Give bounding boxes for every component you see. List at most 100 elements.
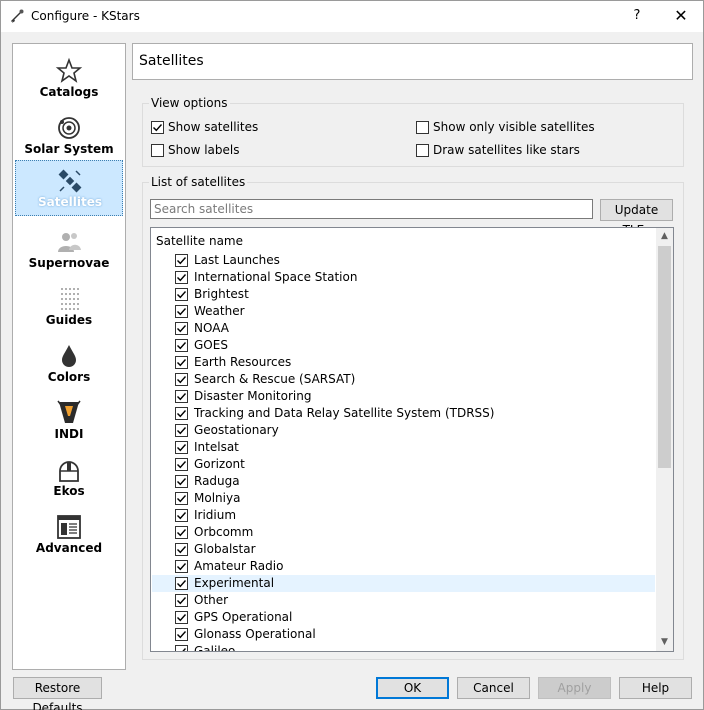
satellite-row[interactable]: Other — [152, 592, 655, 609]
sidebar-item-solar-system[interactable]: Solar System — [15, 108, 123, 163]
sidebar-item-label: Colors — [47, 370, 91, 384]
satellite-checkbox[interactable] — [175, 492, 188, 505]
context-help-button[interactable]: ? — [623, 5, 651, 27]
satellite-row[interactable]: Geostationary — [152, 422, 655, 439]
satellite-row[interactable]: Gorizont — [152, 456, 655, 473]
satellite-checkbox[interactable] — [175, 594, 188, 607]
sidebar-item-colors[interactable]: Colors — [15, 336, 123, 391]
satellite-row[interactable]: Earth Resources — [152, 354, 655, 371]
satellite-checkbox[interactable] — [175, 458, 188, 471]
satellite-name: Disaster Monitoring — [194, 389, 312, 403]
checkbox-box[interactable] — [416, 121, 429, 134]
configure-window: Configure - KStars ? ✕ Catalogs Solar Sy… — [0, 0, 704, 710]
sidebar-item-guides[interactable]: Guides — [15, 279, 123, 334]
satellite-checkbox[interactable] — [175, 441, 188, 454]
satellite-checkbox[interactable] — [175, 611, 188, 624]
restore-defaults-button[interactable]: Restore Defaults — [13, 677, 102, 710]
satellite-row[interactable]: Raduga — [152, 473, 655, 490]
satellite-checkbox[interactable] — [175, 373, 188, 386]
checkbox-box[interactable] — [416, 144, 429, 157]
satellite-row[interactable]: Orbcomm — [152, 524, 655, 541]
indi-icon — [57, 400, 81, 423]
satellite-name: Brightest — [194, 287, 249, 301]
sidebar-item-label: Catalogs — [39, 85, 99, 99]
satellite-checkbox[interactable] — [175, 645, 188, 651]
apply-button[interactable]: Apply — [538, 677, 611, 699]
satellite-checkbox[interactable] — [175, 305, 188, 318]
satellite-row[interactable]: Iridium — [152, 507, 655, 524]
satellite-row[interactable]: Weather — [152, 303, 655, 320]
satellite-checkbox[interactable] — [175, 560, 188, 573]
satellite-checkbox[interactable] — [175, 577, 188, 590]
checkbox-box[interactable] — [151, 144, 164, 157]
close-button[interactable]: ✕ — [667, 5, 695, 27]
sidebar-item-label: Supernovae — [28, 256, 110, 270]
satellite-row[interactable]: GOES — [152, 337, 655, 354]
satellite-row[interactable]: Galileo — [152, 643, 655, 651]
page-header: Satellites — [132, 43, 693, 80]
satellite-checkbox[interactable] — [175, 526, 188, 539]
sidebar-item-satellites[interactable]: Satellites — [15, 160, 123, 216]
satellite-checkbox[interactable] — [175, 424, 188, 437]
satellite-name: Earth Resources — [194, 355, 292, 369]
satellite-checkbox[interactable] — [175, 356, 188, 369]
checkbox-label: Draw satellites like stars — [433, 143, 580, 157]
search-input[interactable] — [150, 199, 593, 219]
satellite-name: Experimental — [194, 576, 275, 590]
color-drop-icon — [62, 345, 76, 367]
satellite-row[interactable]: Amateur Radio — [152, 558, 655, 575]
satellite-row[interactable]: Disaster Monitoring — [152, 388, 655, 405]
update-tles-button[interactable]: Update TLEs — [600, 199, 673, 237]
satellite-icon — [58, 169, 82, 193]
view-options-group: View options — [142, 96, 684, 167]
sidebar-item-catalogs[interactable]: Catalogs — [15, 51, 123, 106]
satellite-name: Gorizont — [194, 457, 245, 471]
cancel-button[interactable]: Cancel — [457, 677, 530, 699]
sidebar-item-supernovae[interactable]: Supernovae — [15, 222, 123, 277]
satellite-checkbox[interactable] — [175, 509, 188, 522]
satellite-checkbox[interactable] — [175, 288, 188, 301]
vertical-scrollbar[interactable]: ▲ ▼ — [656, 228, 673, 651]
satellite-row[interactable]: Search & Rescue (SARSAT) — [152, 371, 655, 388]
satellite-row[interactable]: NOAA — [152, 320, 655, 337]
help-button[interactable]: Help — [619, 677, 692, 699]
checkbox-box[interactable] — [151, 121, 164, 134]
satellite-row[interactable]: Tracking and Data Relay Satellite System… — [152, 405, 655, 422]
sidebar-item-ekos[interactable]: Ekos — [15, 450, 123, 505]
scrollbar-thumb[interactable] — [658, 246, 671, 468]
satellite-name: Globalstar — [194, 542, 256, 556]
advanced-window-icon — [57, 515, 81, 539]
satellite-row[interactable]: Experimental — [152, 575, 655, 592]
satellite-checkbox[interactable] — [175, 407, 188, 420]
satellite-checkbox[interactable] — [175, 322, 188, 335]
column-header: Satellite name — [156, 234, 243, 248]
satellite-row[interactable]: International Space Station — [152, 269, 655, 286]
ekos-dome-icon — [59, 461, 79, 482]
satellite-row[interactable]: Globalstar — [152, 541, 655, 558]
scroll-down-arrow-icon[interactable]: ▼ — [656, 634, 673, 651]
satellite-checkbox[interactable] — [175, 271, 188, 284]
sidebar-item-label: Advanced — [35, 541, 103, 555]
satellite-row[interactable]: GPS Operational — [152, 609, 655, 626]
satellite-tree-list[interactable]: Satellite name Last Launches Internationa… — [150, 227, 674, 652]
title-bar: Configure - KStars ? ✕ — [1, 1, 703, 32]
sidebar-item-indi[interactable]: INDI — [15, 393, 123, 448]
satellite-checkbox[interactable] — [175, 475, 188, 488]
sidebar-item-advanced[interactable]: Advanced — [15, 507, 123, 562]
satellite-name: Iridium — [194, 508, 237, 522]
satellite-checkbox[interactable] — [175, 628, 188, 641]
satellite-name: Glonass Operational — [194, 627, 316, 641]
page-title: Satellites — [139, 53, 204, 69]
satellite-row[interactable]: Glonass Operational — [152, 626, 655, 643]
ok-button[interactable]: OK — [376, 677, 449, 699]
satellite-row[interactable]: Intelsat — [152, 439, 655, 456]
sidebar-item-label: Ekos — [53, 484, 85, 498]
satellite-row[interactable]: Last Launches — [152, 252, 655, 269]
satellite-checkbox[interactable] — [175, 390, 188, 403]
scroll-up-arrow-icon[interactable]: ▲ — [656, 228, 673, 245]
satellite-row[interactable]: Brightest — [152, 286, 655, 303]
satellite-checkbox[interactable] — [175, 254, 188, 267]
satellite-row[interactable]: Molniya — [152, 490, 655, 507]
satellite-checkbox[interactable] — [175, 543, 188, 556]
satellite-checkbox[interactable] — [175, 339, 188, 352]
